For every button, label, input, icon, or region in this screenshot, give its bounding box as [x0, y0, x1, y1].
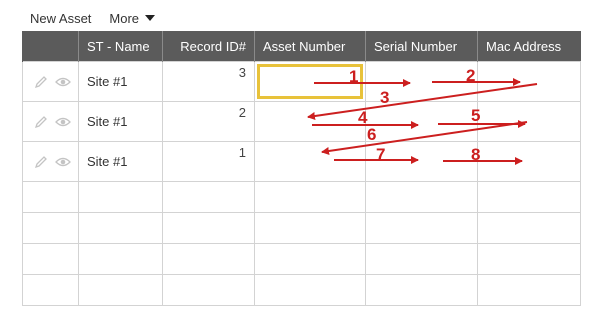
cell-serial-number[interactable] — [365, 141, 478, 182]
caret-down-icon — [145, 15, 156, 21]
empty-row — [22, 181, 581, 213]
empty-cell — [78, 212, 163, 244]
empty-cell — [22, 243, 79, 275]
empty-cell — [78, 274, 163, 306]
cell-mac-address[interactable] — [477, 61, 581, 102]
asset-grid: ST - Name Record ID# Asset Number Serial… — [22, 31, 581, 306]
header-mac-address[interactable]: Mac Address — [477, 31, 581, 62]
empty-row — [22, 212, 581, 244]
cell-mac-address[interactable] — [477, 141, 581, 182]
table-row: Site #1 3 — [22, 61, 581, 102]
empty-cell — [22, 274, 79, 306]
empty-cell — [78, 243, 163, 275]
table-row: Site #1 1 — [22, 141, 581, 182]
cell-site[interactable]: Site #1 — [78, 141, 163, 182]
empty-cell — [365, 212, 478, 244]
cell-mac-address[interactable] — [477, 101, 581, 142]
focused-cell-highlight — [257, 64, 363, 99]
cell-site[interactable]: Site #1 — [78, 101, 163, 142]
eye-icon[interactable] — [54, 115, 71, 129]
empty-row — [22, 274, 581, 306]
empty-cell — [22, 212, 79, 244]
empty-cell — [477, 243, 581, 275]
row-actions — [22, 101, 79, 142]
empty-cell — [78, 181, 163, 213]
empty-cell — [254, 181, 366, 213]
empty-cell — [365, 243, 478, 275]
pencil-icon[interactable] — [33, 155, 49, 169]
empty-cell — [162, 243, 255, 275]
empty-cell — [162, 181, 255, 213]
empty-cell — [162, 274, 255, 306]
cell-record-id[interactable]: 2 — [162, 101, 255, 142]
toolbar: New Asset More — [30, 8, 156, 28]
empty-cell — [477, 181, 581, 213]
row-actions — [22, 141, 79, 182]
header-serial-number[interactable]: Serial Number — [365, 31, 478, 62]
pencil-icon[interactable] — [33, 75, 49, 89]
eye-icon[interactable] — [54, 155, 71, 169]
empty-cell — [365, 181, 478, 213]
pencil-icon[interactable] — [33, 115, 49, 129]
header-record-id[interactable]: Record ID# — [162, 31, 255, 62]
header-asset-number[interactable]: Asset Number — [254, 31, 366, 62]
empty-cell — [477, 274, 581, 306]
empty-row — [22, 243, 581, 275]
cell-record-id[interactable]: 1 — [162, 141, 255, 182]
empty-cell — [254, 243, 366, 275]
cell-site[interactable]: Site #1 — [78, 61, 163, 102]
table-row: Site #1 2 — [22, 101, 581, 142]
header-st-name[interactable]: ST - Name — [78, 31, 163, 62]
empty-cell — [162, 212, 255, 244]
empty-cell — [365, 274, 478, 306]
cell-asset-number[interactable] — [254, 61, 366, 102]
more-label: More — [109, 10, 140, 26]
header-row: ST - Name Record ID# Asset Number Serial… — [22, 31, 581, 62]
cell-asset-number[interactable] — [254, 101, 366, 142]
cell-serial-number[interactable] — [365, 61, 478, 102]
cell-asset-number[interactable] — [254, 141, 366, 182]
header-actions — [22, 31, 79, 62]
empty-cell — [477, 212, 581, 244]
empty-cell — [254, 212, 366, 244]
cell-record-id[interactable]: 3 — [162, 61, 255, 102]
more-menu-button[interactable]: More — [109, 10, 156, 26]
new-asset-button[interactable]: New Asset — [30, 11, 91, 26]
row-actions — [22, 61, 79, 102]
empty-cell — [22, 181, 79, 213]
cell-serial-number[interactable] — [365, 101, 478, 142]
empty-cell — [254, 274, 366, 306]
eye-icon[interactable] — [54, 75, 71, 89]
